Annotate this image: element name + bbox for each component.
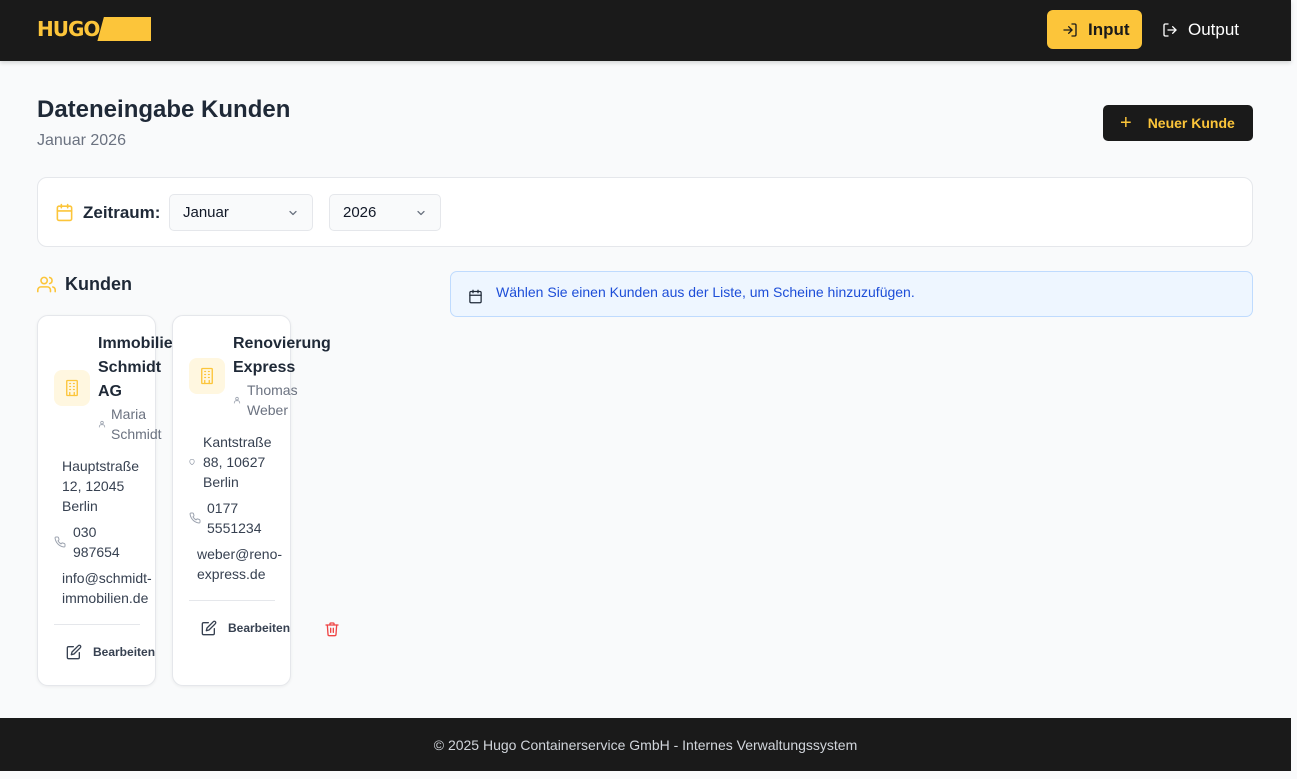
- customer-name: Immobilie Schmidt AG: [98, 335, 173, 400]
- year-select-value: 2026: [343, 204, 377, 221]
- period-filter-card: Zeitraum: Januar 2026: [37, 177, 1253, 247]
- user-icon: [98, 420, 106, 428]
- edit-customer-label: Bearbeiten: [228, 621, 291, 635]
- select-customer-info-box: Wählen Sie einen Kunden aus der Liste, u…: [450, 271, 1253, 317]
- calendar-icon: [56, 203, 73, 222]
- user-icon: [233, 396, 241, 404]
- log-in-icon: [1063, 22, 1077, 37]
- customer-card[interactable]: Renovierung Express Thomas Weber Kantstr…: [172, 315, 339, 686]
- phone-icon: [54, 536, 66, 548]
- edit-icon: [201, 620, 217, 636]
- month-select[interactable]: Januar: [169, 194, 313, 231]
- nav-input-label: Input: [1088, 19, 1130, 39]
- customer-contact-person: Maria Schmidt: [111, 406, 162, 442]
- customer-name: Renovierung Express: [233, 335, 331, 376]
- chevron-down-icon: [289, 210, 297, 216]
- logo-text: HUGO: [37, 17, 100, 41]
- card-divider: [189, 600, 275, 601]
- phone-icon: [189, 512, 201, 524]
- edit-customer-button[interactable]: Bearbeiten: [66, 644, 155, 660]
- building-icon: [189, 358, 225, 394]
- footer: © 2025 Hugo Containerservice GmbH - Inte…: [0, 718, 1291, 771]
- plus-icon: +: [1120, 112, 1132, 134]
- page-title: Dateneingabe Kunden: [37, 96, 291, 123]
- nav-output-label: Output: [1188, 19, 1240, 39]
- nav-output-button[interactable]: Output: [1150, 10, 1250, 49]
- customers-section-label: Kunden: [65, 274, 132, 294]
- users-icon: [37, 276, 56, 293]
- hugo-logo[interactable]: HUGO: [37, 17, 152, 41]
- edit-customer-button[interactable]: Bearbeiten: [201, 620, 290, 636]
- logo-shape: [97, 17, 152, 41]
- month-select-value: Januar: [183, 204, 229, 221]
- customer-address: Hauptstraße 12, 12045 Berlin: [62, 458, 140, 514]
- edit-icon: [66, 644, 82, 660]
- customer-card[interactable]: Immobilie Schmidt AG Maria Schmidt Haupt…: [37, 315, 173, 686]
- period-label: Zeitraum:: [83, 203, 161, 222]
- customer-phone: 030 987654: [73, 524, 120, 560]
- new-customer-button[interactable]: + Neuer Kunde: [1103, 105, 1253, 141]
- edit-customer-label: Bearbeiten: [93, 645, 156, 659]
- map-pin-icon: [189, 459, 195, 465]
- chevron-down-icon: [417, 210, 425, 216]
- log-out-icon: [1163, 22, 1177, 37]
- page-subtitle: Januar 2026: [37, 132, 126, 149]
- new-customer-label: Neuer Kunde: [1147, 115, 1235, 131]
- building-icon: [54, 370, 90, 406]
- customers-section-title: Kunden: [37, 274, 132, 295]
- customer-address: Kantstraße 88, 10627 Berlin: [203, 434, 272, 490]
- top-navigation-bar: HUGO Input Output: [0, 0, 1291, 61]
- customer-email: info@schmidt- immobilien.de: [62, 570, 152, 606]
- customer-email: weber@reno- express.de: [197, 546, 283, 582]
- info-message: Wählen Sie einen Kunden aus der Liste, u…: [496, 284, 915, 300]
- customer-contact-person: Thomas Weber: [247, 382, 298, 418]
- nav-input-button[interactable]: Input: [1047, 10, 1142, 49]
- card-divider: [54, 624, 140, 625]
- year-select[interactable]: 2026: [329, 194, 441, 231]
- footer-text: © 2025 Hugo Containerservice GmbH - Inte…: [433, 736, 858, 753]
- calendar-icon: [469, 289, 482, 304]
- trash-icon[interactable]: [324, 621, 340, 637]
- customer-phone: 0177 5551234: [207, 500, 262, 536]
